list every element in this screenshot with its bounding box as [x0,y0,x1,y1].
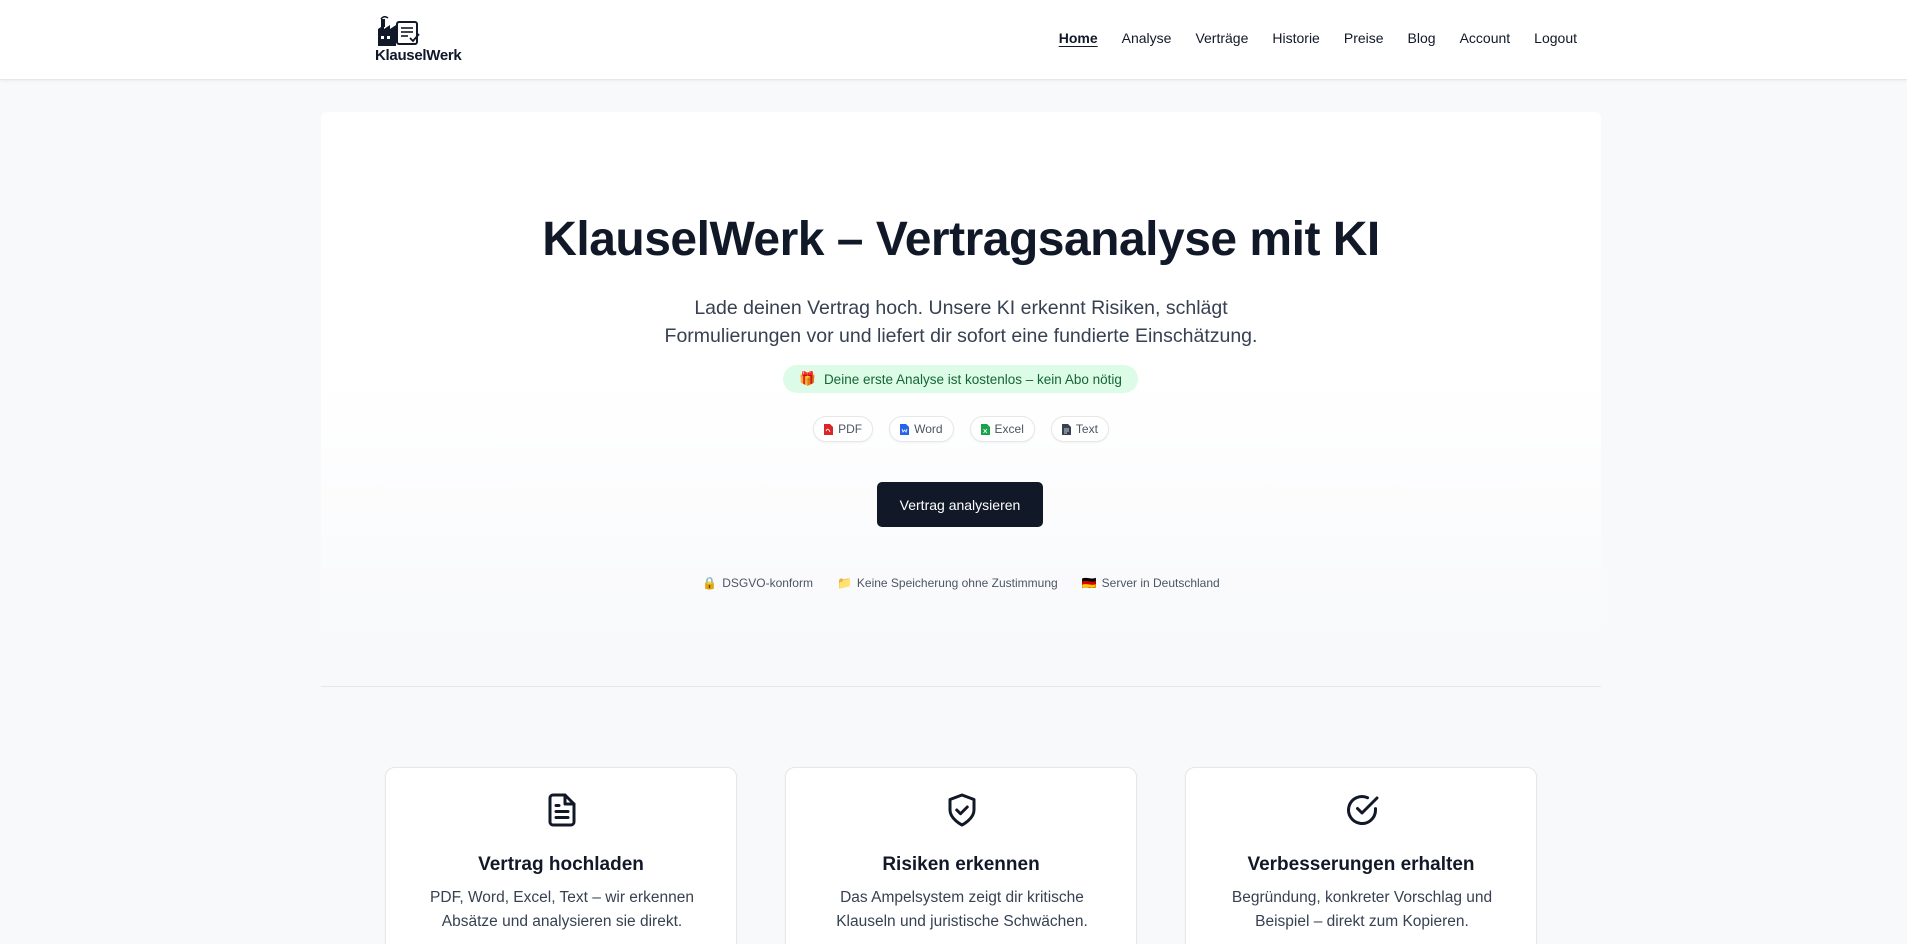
trust-no-storage-label: Keine Speicherung ohne Zustimmung [856,576,1058,590]
trust-gdpr-label: DSGVO-konform [722,576,813,590]
site-header: KlauselWerk Home Analyse Verträge Histor… [0,0,1907,80]
hero-title: KlauselWerk – Vertragsanalyse mit KI [542,213,1380,266]
nav-preise[interactable]: Preise [1344,30,1384,46]
format-label-pdf: PDF [838,422,863,436]
trust-server-germany: 🇩🇪 Server in Deutschland [1082,576,1220,590]
factory-contract-logo-icon [378,16,420,46]
text-file-icon [1061,423,1071,435]
file-format-chips: PDF Word Excel Text [321,416,1601,442]
nav-analyse[interactable]: Analyse [1122,30,1172,46]
document-icon [548,793,576,827]
trust-gdpr: 🔒 DSGVO-konform [702,576,813,590]
format-chip-excel: Excel [969,416,1035,442]
format-chip-word: Word [889,416,954,442]
format-label-excel: Excel [994,422,1024,436]
feature-text: Das Ampelsystem zeigt dir kritische Klau… [836,889,1088,930]
feature-title: Vertrag hochladen [478,854,644,875]
check-circle-icon [1347,795,1379,825]
free-analysis-badge: 🎁 Deine erste Analyse ist kostenlos – ke… [783,365,1138,393]
pdf-file-icon [824,423,834,435]
feature-text: PDF, Word, Excel, Text – wir erkennen Ab… [430,889,694,930]
lock-icon: 🔒 [702,576,718,590]
feature-title: Risiken erkennen [882,854,1040,875]
feature-title: Verbesserungen erhalten [1247,854,1475,875]
german-flag-icon: 🇩🇪 [1081,576,1097,590]
free-analysis-text: Deine erste Analyse ist kostenlos – kein… [823,371,1122,387]
nav-vertraege[interactable]: Verträge [1195,30,1248,46]
trust-badges: 🔒 DSGVO-konform 📁 Keine Speicherung ohne… [321,576,1601,590]
format-label-text: Text [1075,422,1098,436]
format-chip-pdf: PDF [813,416,874,442]
nav-blog[interactable]: Blog [1408,30,1436,46]
nav-account[interactable]: Account [1460,30,1511,46]
nav-logout[interactable]: Logout [1534,30,1577,46]
logo-text: KlauselWerk [375,47,462,64]
format-chip-text: Text [1050,416,1109,442]
main-nav: Home Analyse Verträge Historie Preise Bl… [1059,30,1577,46]
hero-section: KlauselWerk – Vertragsanalyse mit KI Lad… [321,112,1601,642]
feature-card-upload: Vertrag hochladen PDF, Word, Excel, Text… [385,767,737,944]
word-file-icon [900,423,910,435]
analyze-contract-button[interactable]: Vertrag analysieren [877,482,1043,527]
feature-text: Begründung, konkreter Vorschlag und Beis… [1231,889,1493,930]
trust-server-label: Server in Deutschland [1101,576,1220,590]
nav-historie[interactable]: Historie [1272,30,1319,46]
feature-card-improvements: Verbesserungen erhalten Begründung, konk… [1185,767,1537,944]
hero-subtitle: Lade deinen Vertrag hoch. Unsere KI erke… [664,297,1258,347]
format-label-word: Word [914,422,943,436]
shield-check-icon [948,793,976,827]
gift-icon: 🎁 [799,371,816,386]
logo[interactable]: KlauselWerk [375,14,465,66]
folder-icon: 📁 [836,576,852,590]
section-divider [321,686,1601,687]
feature-card-risks: Risiken erkennen Das Ampelsystem zeigt d… [785,767,1137,944]
nav-home[interactable]: Home [1059,30,1098,46]
excel-file-icon [980,423,990,435]
trust-no-storage: 📁 Keine Speicherung ohne Zustimmung [837,576,1058,590]
